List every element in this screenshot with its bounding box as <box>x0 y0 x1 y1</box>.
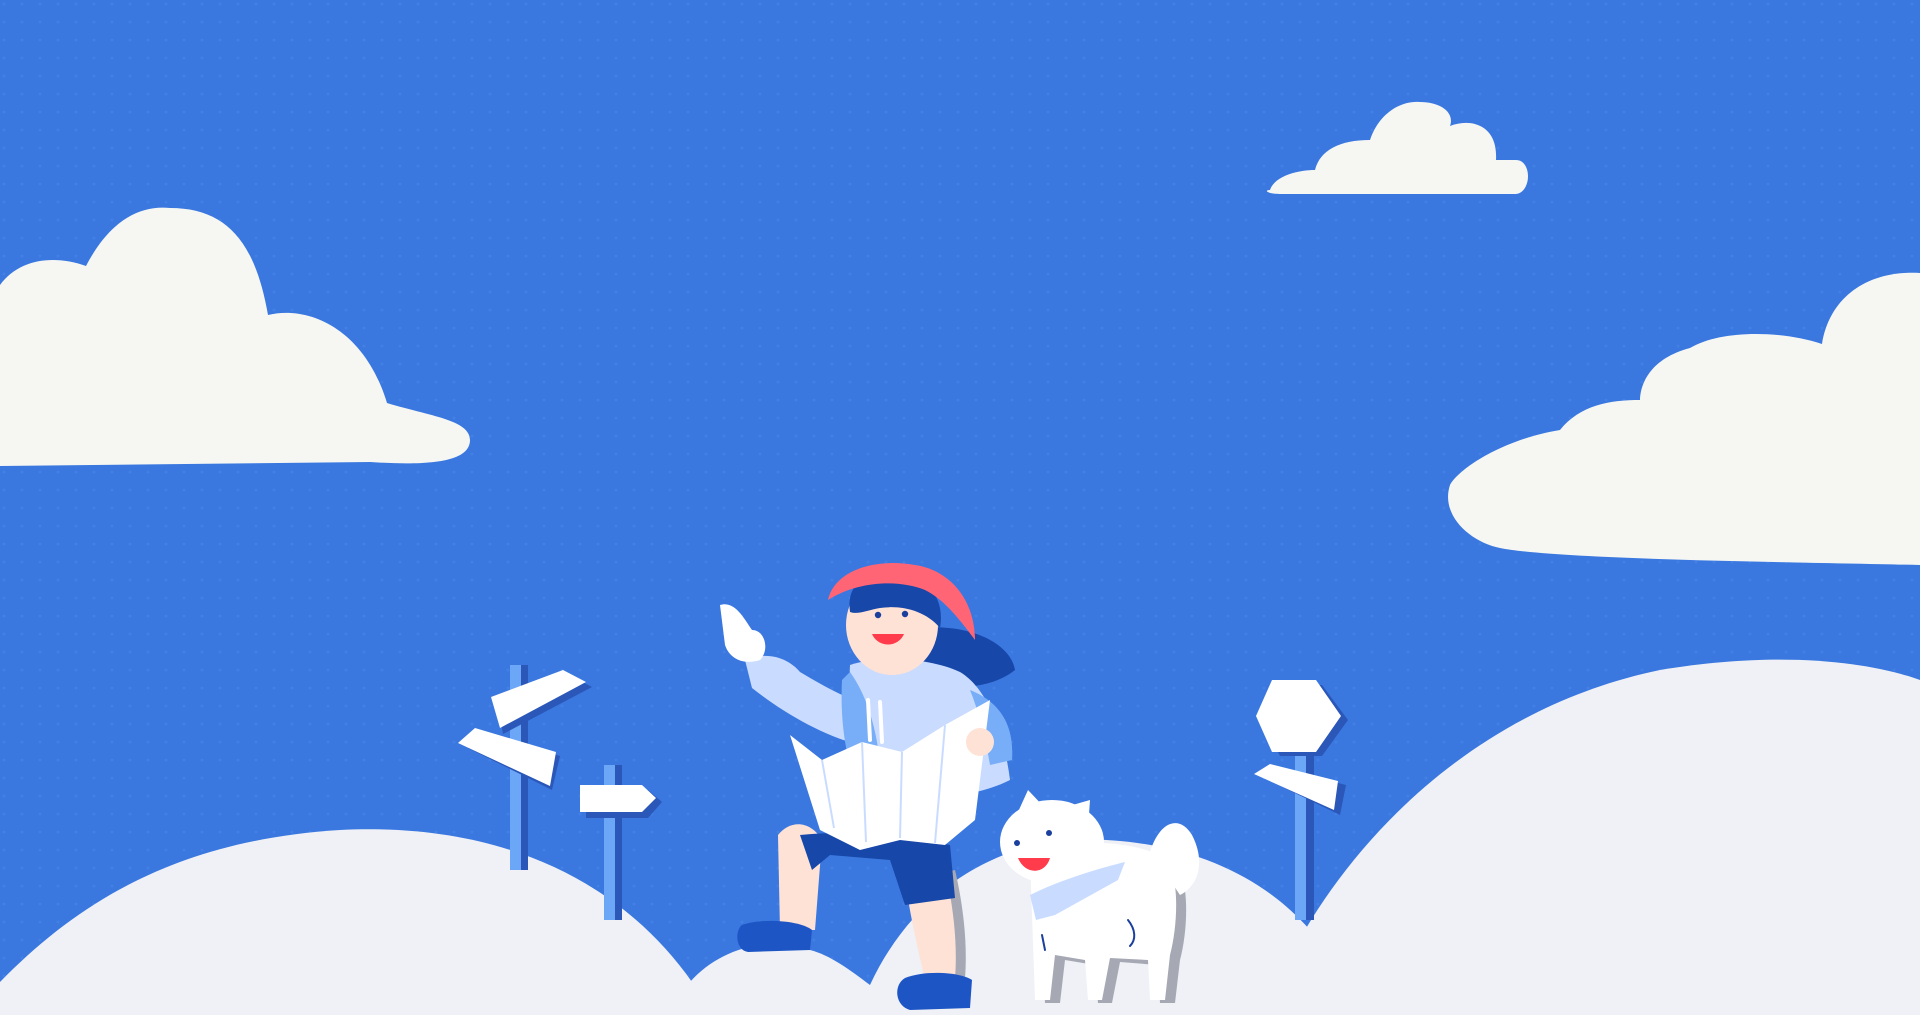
illustration-scene <box>0 0 1920 1015</box>
illustration-canvas <box>0 0 1920 1015</box>
